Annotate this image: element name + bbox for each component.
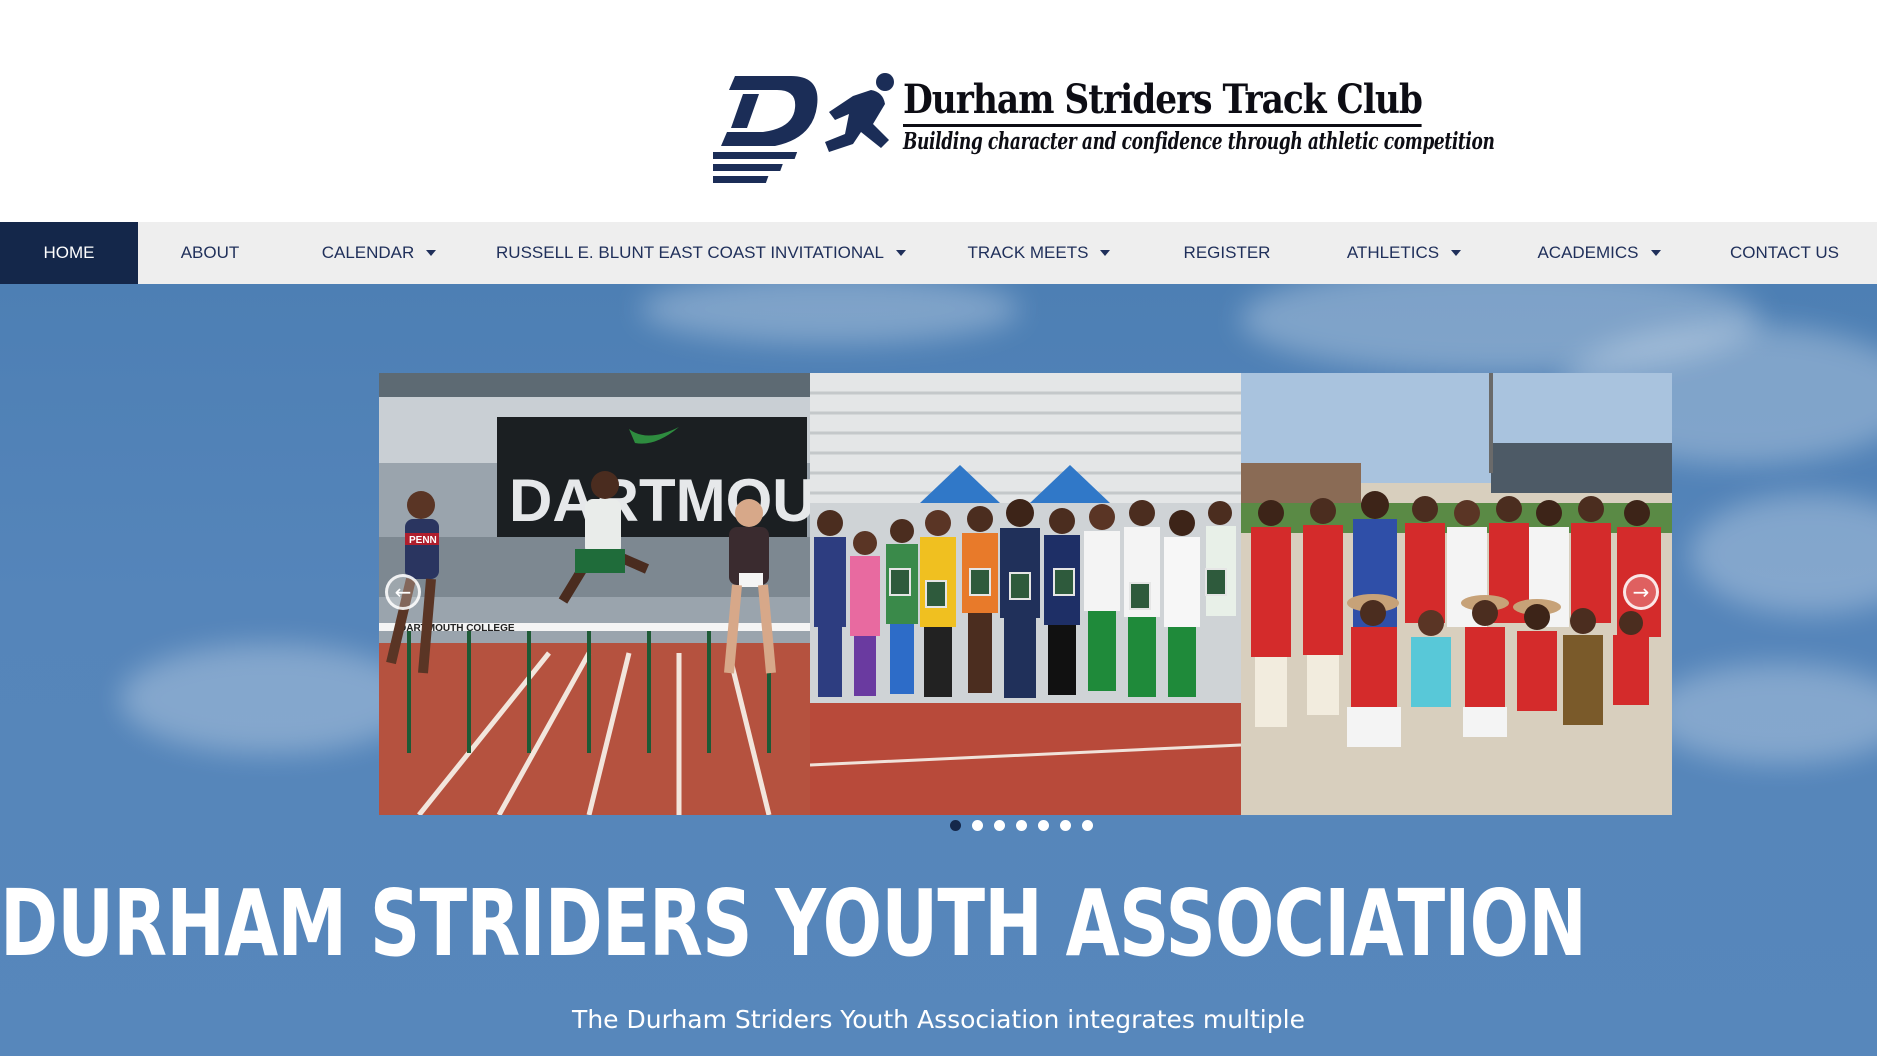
hurdle-text: DARTMOUTH COLLEGE <box>399 623 515 634</box>
slider-prev-button[interactable]: ← <box>385 574 421 610</box>
nav-item-label: ACADEMICS <box>1537 243 1639 262</box>
nav-item-home[interactable]: HOME <box>0 222 138 284</box>
nav-item-track-meets[interactable]: TRACK MEETS <box>926 222 1152 284</box>
nav-item-label: CONTACT US <box>1730 243 1839 262</box>
nav-item-about[interactable]: ABOUT <box>138 222 282 284</box>
arrow-left-circle-icon: ← <box>394 580 412 604</box>
hurdles-photo: DARTMOUTH DARTMOUTH COLLEGE PENN <box>379 373 810 815</box>
slide-award-winners <box>810 373 1241 815</box>
cloud-decoration <box>120 644 420 754</box>
slider-dot[interactable] <box>972 820 983 831</box>
team-staff-photo <box>1241 373 1672 815</box>
slide-hurdles-race: DARTMOUTH DARTMOUTH COLLEGE PENN <box>379 373 810 815</box>
slider-dot[interactable] <box>950 820 961 831</box>
cloud-decoration <box>1650 664 1877 764</box>
slider-dot[interactable] <box>1038 820 1049 831</box>
cloud-decoration <box>1690 494 1877 614</box>
nav-item-athletics[interactable]: ATHLETICS <box>1302 222 1506 284</box>
image-slider: DARTMOUTH DARTMOUTH COLLEGE PENN <box>379 373 1672 815</box>
slider-next-button[interactable]: → <box>1623 574 1659 610</box>
slider-dot[interactable] <box>1082 820 1093 831</box>
hero-title: DURHAM STRIDERS YOUTH ASSOCIATION <box>0 870 1587 977</box>
cloud-decoration <box>640 284 1020 344</box>
slider-dots <box>950 820 1093 832</box>
nav-item-label: REGISTER <box>1183 243 1271 262</box>
nav-item-label: CALENDAR <box>321 243 415 262</box>
site-logo[interactable]: Durham Striders Track Club Building char… <box>713 70 1495 184</box>
caret-down-icon <box>1650 250 1661 256</box>
slide-team-staff: → <box>1241 373 1672 815</box>
banner-text: DARTMOUTH <box>509 467 810 534</box>
nav-item-label: ATHLETICS <box>1346 243 1440 262</box>
caret-down-icon <box>1451 250 1462 256</box>
main-nav: HOME ABOUT CALENDAR RUSSELL E. BLUNT EAS… <box>0 222 1877 284</box>
caret-down-icon <box>1100 250 1111 256</box>
site-header: Durham Striders Track Club Building char… <box>0 0 1877 222</box>
nav-item-calendar[interactable]: CALENDAR <box>282 222 476 284</box>
nav-item-academics[interactable]: ACADEMICS <box>1506 222 1692 284</box>
slider-dot[interactable] <box>1060 820 1071 831</box>
logo-tagline: Building character and confidence throug… <box>903 128 1495 155</box>
arrow-right-circle-icon: → <box>1632 580 1650 604</box>
nav-item-russell-blunt-invitational[interactable]: RUSSELL E. BLUNT EAST COAST INVITATIONAL <box>476 222 926 284</box>
nav-item-label: TRACK MEETS <box>967 243 1089 262</box>
slider-dot[interactable] <box>994 820 1005 831</box>
caret-down-icon <box>895 250 906 256</box>
bib-text: PENN <box>409 535 437 546</box>
hero-intro-text: The Durham Striders Youth Association in… <box>572 1005 1305 1034</box>
nav-item-contact-us[interactable]: CONTACT US <box>1692 222 1877 284</box>
nav-item-label: HOME <box>43 243 95 262</box>
slider-dot[interactable] <box>1016 820 1027 831</box>
nav-item-register[interactable]: REGISTER <box>1152 222 1302 284</box>
logo-title: Durham Striders Track Club <box>903 76 1423 127</box>
award-winners-photo <box>810 373 1241 815</box>
nav-item-label: ABOUT <box>180 243 240 262</box>
striders-logo-icon <box>713 73 894 183</box>
nav-item-label: RUSSELL E. BLUNT EAST COAST INVITATIONAL <box>496 243 884 262</box>
caret-down-icon <box>426 250 437 256</box>
